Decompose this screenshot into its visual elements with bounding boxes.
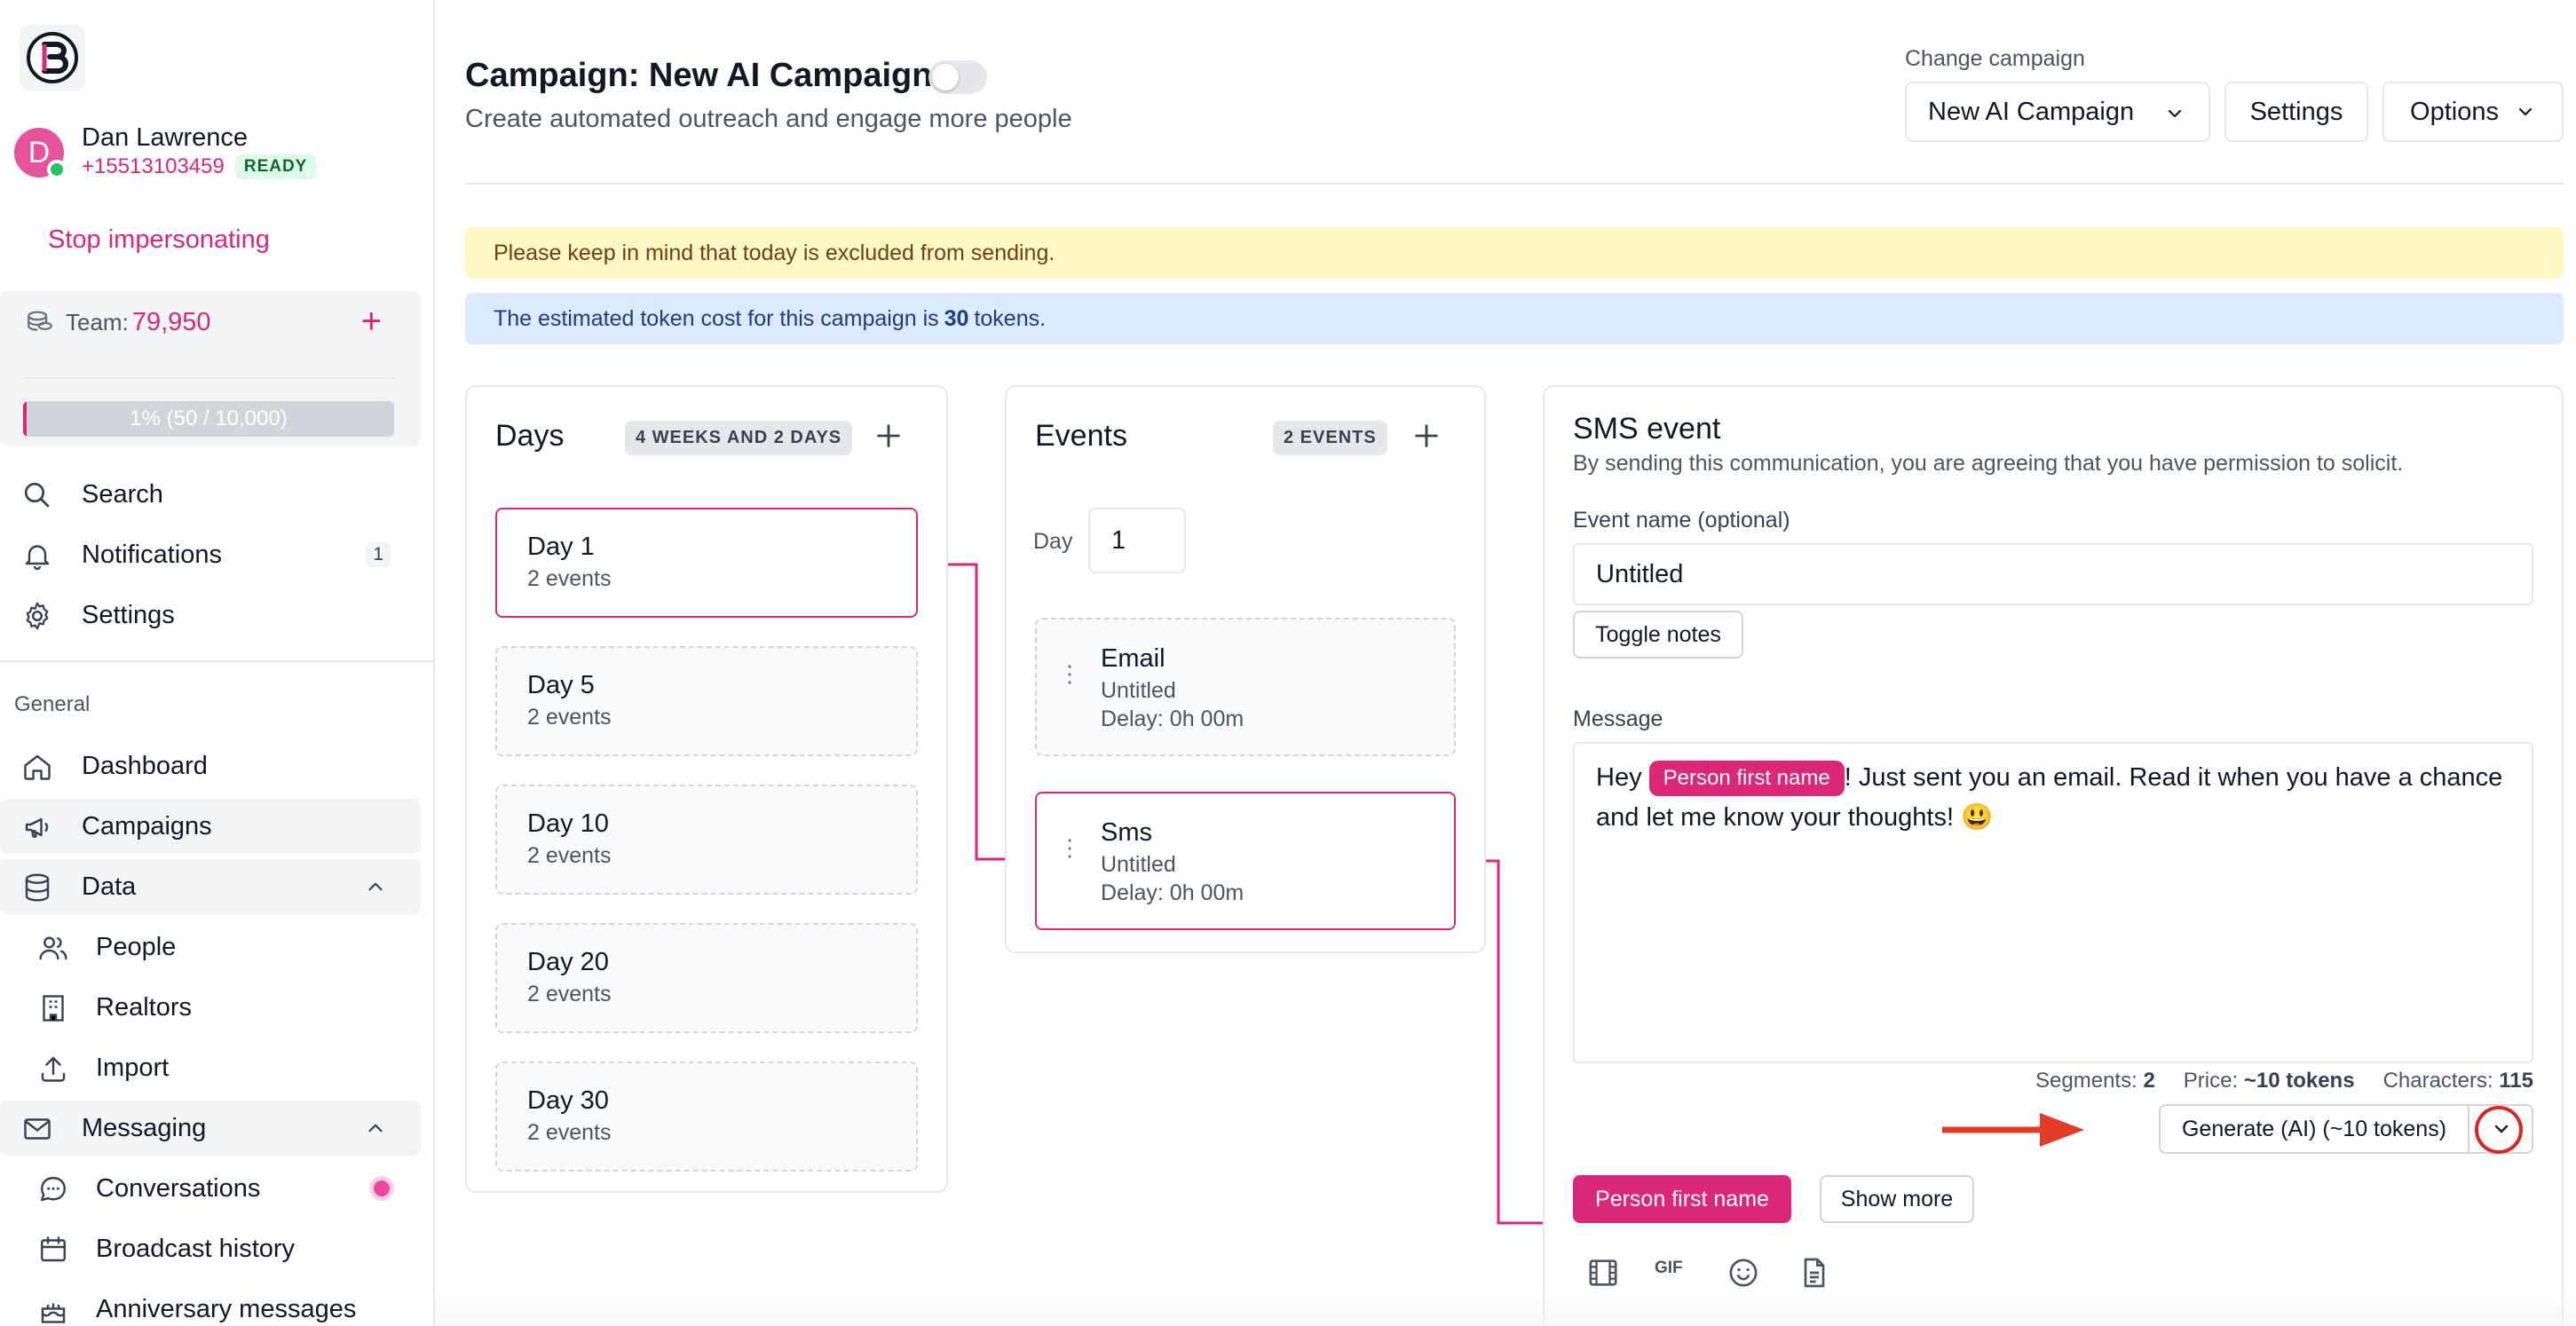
days-title: Days bbox=[495, 419, 565, 453]
message-textarea[interactable]: Hey Person first name! Just sent you an … bbox=[1573, 742, 2533, 1063]
add-event-plus-icon[interactable] bbox=[1411, 421, 1442, 451]
message-label: Message bbox=[1573, 706, 1663, 731]
day-number-input[interactable]: 1 bbox=[1088, 508, 1186, 573]
day-card[interactable]: Day 20 2 events bbox=[495, 923, 918, 1033]
annotation-circle bbox=[2475, 1106, 2523, 1154]
merge-tag-chip[interactable]: Person first name bbox=[1648, 761, 1845, 797]
segments-label: Segments: bbox=[2035, 1069, 2137, 1093]
annotation-arrow-icon bbox=[1942, 1113, 2084, 1147]
day-card-title: Day 1 bbox=[527, 533, 595, 561]
day-card-subtitle: 2 events bbox=[527, 843, 612, 868]
days-duration-pill: 4 WEEKS AND 2 DAYS bbox=[625, 421, 853, 455]
day-card-subtitle: 2 events bbox=[527, 982, 612, 1006]
event-name-input[interactable]: Untitled bbox=[1573, 543, 2533, 605]
events-title: Events bbox=[1035, 419, 1127, 453]
event-name-label: Event name (optional) bbox=[1573, 508, 1790, 533]
day-card-title: Day 30 bbox=[527, 1086, 609, 1115]
characters-label: Characters: bbox=[2382, 1069, 2493, 1093]
drag-handle-icon[interactable]: ⋮ bbox=[1058, 660, 1081, 688]
generate-ai-label: Generate (AI) (~10 tokens) bbox=[2181, 1116, 2447, 1141]
message-stats: Segments: 2 Price: ~10 tokens Characters… bbox=[2035, 1069, 2533, 1093]
emoji-icon[interactable] bbox=[1726, 1255, 1761, 1290]
bottom-fade bbox=[435, 1290, 2576, 1326]
film-icon[interactable] bbox=[1585, 1255, 1621, 1290]
day-card[interactable]: Day 10 2 events bbox=[495, 785, 918, 895]
insert-person-first-name-button[interactable]: Person first name bbox=[1573, 1175, 1791, 1223]
event-type: Sms bbox=[1101, 818, 1152, 847]
event-name: Untitled bbox=[1101, 852, 1176, 877]
event-name: Untitled bbox=[1101, 678, 1176, 703]
characters-value: 115 bbox=[2499, 1069, 2533, 1093]
sms-permission-text: By sending this communication, you are a… bbox=[1573, 451, 2404, 476]
price-label: Price: bbox=[2183, 1069, 2239, 1093]
events-count-pill: 2 EVENTS bbox=[1273, 421, 1387, 455]
event-card-email[interactable]: ⋮ Email Untitled Delay: 0h 00m bbox=[1035, 618, 1456, 756]
day-card[interactable]: Day 30 2 events bbox=[495, 1062, 918, 1172]
day-card[interactable]: Day 5 2 events bbox=[495, 646, 918, 756]
toggle-notes-label: Toggle notes bbox=[1595, 621, 1721, 647]
day-card-subtitle: 2 events bbox=[527, 705, 612, 730]
price-value: ~10 tokens bbox=[2243, 1069, 2355, 1093]
sms-event-title: SMS event bbox=[1573, 412, 1721, 446]
show-more-button[interactable]: Show more bbox=[1820, 1175, 1974, 1223]
document-icon[interactable] bbox=[1797, 1255, 1832, 1290]
day-card-title: Day 5 bbox=[527, 671, 595, 699]
event-delay: Delay: 0h 00m bbox=[1101, 880, 1245, 905]
day-card[interactable]: Day 1 2 events bbox=[495, 508, 918, 618]
day-card-subtitle: 2 events bbox=[527, 1120, 612, 1145]
day-card-title: Day 10 bbox=[527, 809, 609, 838]
generate-ai-button[interactable]: Generate (AI) (~10 tokens) bbox=[2161, 1106, 2469, 1152]
day-number-label: Day bbox=[1033, 529, 1073, 554]
gif-icon[interactable]: GIF bbox=[1655, 1259, 1683, 1278]
toggle-notes-button[interactable]: Toggle notes bbox=[1573, 611, 1743, 659]
add-day-plus-icon[interactable] bbox=[873, 421, 904, 451]
day-card-title: Day 20 bbox=[527, 948, 609, 976]
segments-value: 2 bbox=[2143, 1069, 2155, 1093]
day-card-subtitle: 2 events bbox=[527, 566, 612, 591]
insert-person-first-name-label: Person first name bbox=[1595, 1186, 1769, 1212]
event-delay: Delay: 0h 00m bbox=[1101, 706, 1245, 731]
show-more-label: Show more bbox=[1840, 1186, 1954, 1212]
event-card-sms[interactable]: ⋮ Sms Untitled Delay: 0h 00m bbox=[1035, 792, 1456, 930]
drag-handle-icon[interactable]: ⋮ bbox=[1058, 834, 1081, 862]
event-type: Email bbox=[1101, 644, 1166, 673]
message-text-start: Hey bbox=[1596, 763, 1642, 792]
